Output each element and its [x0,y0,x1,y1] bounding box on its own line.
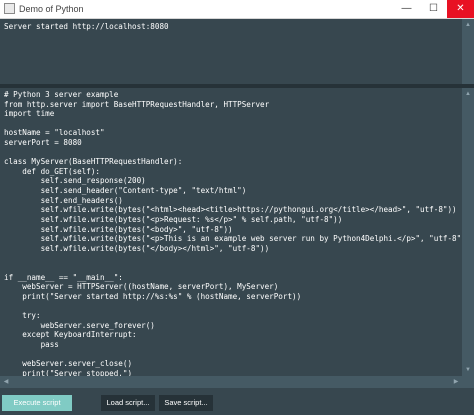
output-vertical-scrollbar[interactable]: ▲ [462,19,474,84]
code-line: print("Server started http://%s:%s" % (h… [4,291,302,301]
app-window: Demo of Python — ☐ ✕ Server started http… [0,0,474,415]
scroll-right-icon[interactable]: ▶ [450,376,462,388]
title-bar[interactable]: Demo of Python — ☐ ✕ [0,0,474,19]
execute-script-button[interactable]: Execute script [2,395,72,411]
code-line: webServer.serve_forever() [4,320,155,330]
code-line: webServer.server_close() [4,359,133,369]
code-line: self.end_headers() [4,195,123,205]
code-line: hostName = "localhost" [4,128,105,138]
button-bar: Execute script Load script... Save scrip… [0,388,474,415]
app-window-icon [4,3,15,14]
scroll-left-icon[interactable]: ◀ [0,376,12,388]
code-line: self.send_header("Content-type", "text/h… [4,186,247,196]
save-script-button[interactable]: Save script... [159,395,213,411]
window-title: Demo of Python [19,4,84,14]
code-line: try: [4,311,41,321]
code-line: self.wfile.write(bytes("<body>", "utf-8"… [4,224,233,234]
code-line: webServer = HTTPServer((hostName, server… [4,282,279,292]
close-button[interactable]: ✕ [447,0,474,18]
scroll-down-icon[interactable]: ▼ [462,364,474,376]
code-line: self.send_response(200) [4,176,146,186]
code-editor[interactable]: # Python 3 server example from http.serve… [0,88,462,376]
maximize-button[interactable]: ☐ [420,0,447,18]
code-line: print("Server stopped.") [4,368,133,376]
code-line: self.wfile.write(bytes("<html><head><tit… [4,205,457,215]
code-line: pass [4,339,59,349]
output-text: Server started http://localhost:8080 [4,22,169,31]
code-line: class MyServer(BaseHTTPRequestHandler): [4,157,183,167]
code-text: # Python 3 server example from http.serve… [4,90,462,376]
editor-horizontal-scrollbar[interactable]: ◀ ▶ [0,376,474,388]
editor-vertical-scrollbar[interactable]: ▲ ▼ [462,88,474,376]
code-line: if __name__ == "__main__": [4,272,123,282]
load-script-button[interactable]: Load script... [101,395,155,411]
minimize-button[interactable]: — [393,0,420,18]
output-panel[interactable]: Server started http://localhost:8080 [0,19,462,84]
code-line: except KeyboardInterrupt: [4,330,137,340]
code-line: # Python 3 server example [4,90,119,99]
code-line: self.wfile.write(bytes("<p>This is an ex… [4,234,462,244]
code-line: serverPort = 8080 [4,138,82,148]
code-line: from http.server import BaseHTTPRequestH… [4,99,270,109]
code-line: self.wfile.write(bytes("<p>Request: %s</… [4,214,343,224]
scroll-up-icon[interactable]: ▲ [462,19,474,31]
code-line: self.wfile.write(bytes("</body></html>",… [4,243,270,253]
code-line: def do_GET(self): [4,166,101,176]
scroll-up-icon[interactable]: ▲ [462,88,474,100]
code-line: import time [4,109,55,119]
